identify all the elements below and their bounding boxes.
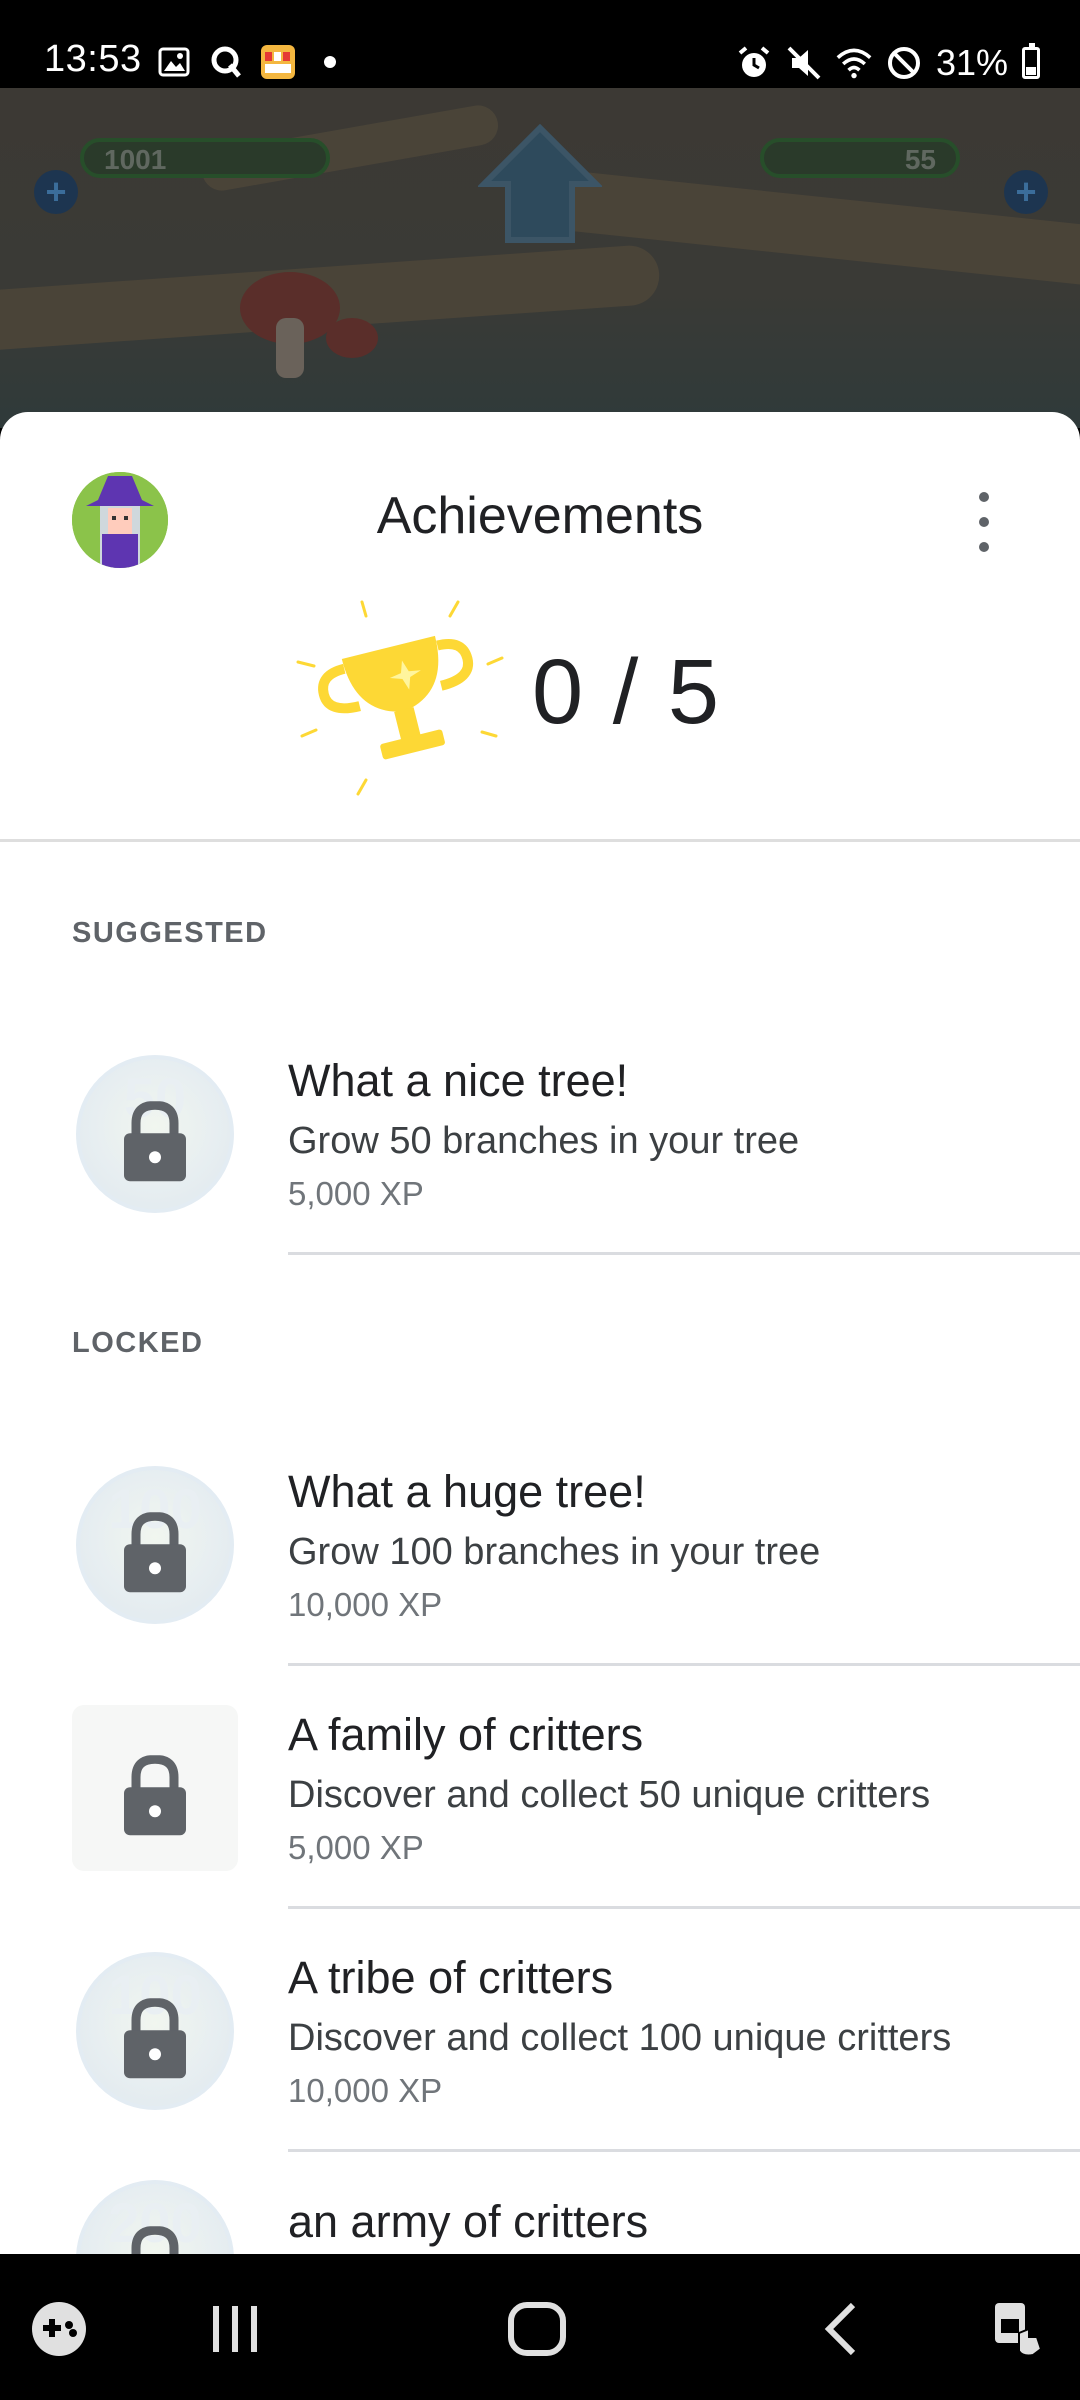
achievement-xp: 5,000 XP [288,1174,424,1212]
achievement-badge: 100 [76,1465,234,1624]
achievement-item[interactable]: 100 What a huge tree! Grow 100 branches … [0,1423,1080,1666]
wifi-icon [836,45,872,81]
lock-icon [124,1100,186,1181]
achievement-badge: 100 [76,1951,234,2110]
home-icon [508,2302,566,2356]
add-branch-icon: + [34,170,78,214]
achievement-name: What a huge tree! [288,1465,646,1517]
achievement-progress: 0 / 5 [532,641,722,743]
achievement-description: Grow 100 branches in your tree [288,1530,821,1573]
add-gem-icon: + [1004,170,1048,214]
status-time: 13:53 [44,38,142,80]
dnd-icon [886,45,922,81]
achievement-item[interactable]: 100 A tribe of critters Discover and col… [0,1909,1080,2152]
achievement-name: What a nice tree! [288,1054,629,1106]
mute-icon [786,45,822,81]
achievement-item[interactable]: 50 What a nice tree! Grow 50 branches in… [0,1012,1080,1255]
game-app-icon [260,44,296,80]
home-tree-icon [478,124,602,243]
gallery-icon [156,44,192,80]
achievement-description: Discover and collect 50 unique critters [288,1773,931,1816]
back-button[interactable] [806,2294,876,2364]
achievement-badge: 200 [76,2180,234,2254]
achievement-name: A tribe of critters [288,1951,614,2003]
recent-apps-icon [213,2306,257,2352]
achievement-item[interactable]: 200 an army of critters [0,2152,1080,2254]
achievement-name: an army of critters [288,2196,649,2247]
achievement-xp: 10,000 XP [288,2071,443,2109]
alarm-icon [736,45,772,81]
touch-lock-icon [995,2303,1043,2357]
trophy-icon [296,600,504,796]
lock-icon [124,1511,186,1592]
screen-lock-button[interactable] [984,2294,1054,2364]
game-background: 1001 + 55 + [0,88,1080,428]
status-bar: 13:53 31% [0,0,1080,88]
achievement-badge: 50 [76,1054,234,1213]
mushroom-icon [240,272,378,378]
navigation-bar [0,2254,1080,2400]
achievement-badge [72,1704,238,1871]
lock-icon [124,1997,186,2078]
divider [288,1252,1080,1255]
home-button[interactable] [502,2294,572,2364]
lock-icon [131,2226,179,2254]
achievements-sheet: Achievements 0 / 5 SUGGESTED 50 What a n… [0,412,1080,2254]
back-icon [824,2302,856,2356]
achievement-xp: 10,000 XP [288,1585,443,1623]
q-app-icon [208,44,244,80]
battery-percent: 31% [935,42,1008,83]
achievement-item[interactable]: A family of critters Discover and collec… [0,1666,1080,1909]
recent-apps-button[interactable] [200,2294,270,2364]
page-title: Achievements [376,487,704,545]
gem-counter: 55 [760,138,960,178]
game-launcher-button[interactable] [24,2294,94,2364]
achievement-xp: 5,000 XP [288,1828,424,1866]
achievement-name: A family of critters [288,1708,644,1760]
achievement-description: Discover and collect 100 unique critters [288,2016,952,2059]
more-options-button[interactable] [962,492,1006,552]
section-label-suggested: SUGGESTED [72,917,268,949]
more-vert-icon [979,492,989,502]
dot-icon [312,44,348,80]
notification-icons [156,44,348,80]
lock-icon [124,1754,186,1835]
achievements-header: Achievements 0 / 5 [0,412,1080,842]
battery-icon [1022,43,1040,79]
branch-counter: 1001 [80,138,330,178]
achievement-description: Grow 50 branches in your tree [288,1119,800,1162]
system-icons: 31% [736,42,1040,84]
gamepad-icon [32,2302,86,2356]
section-label-locked: LOCKED [72,1327,204,1359]
